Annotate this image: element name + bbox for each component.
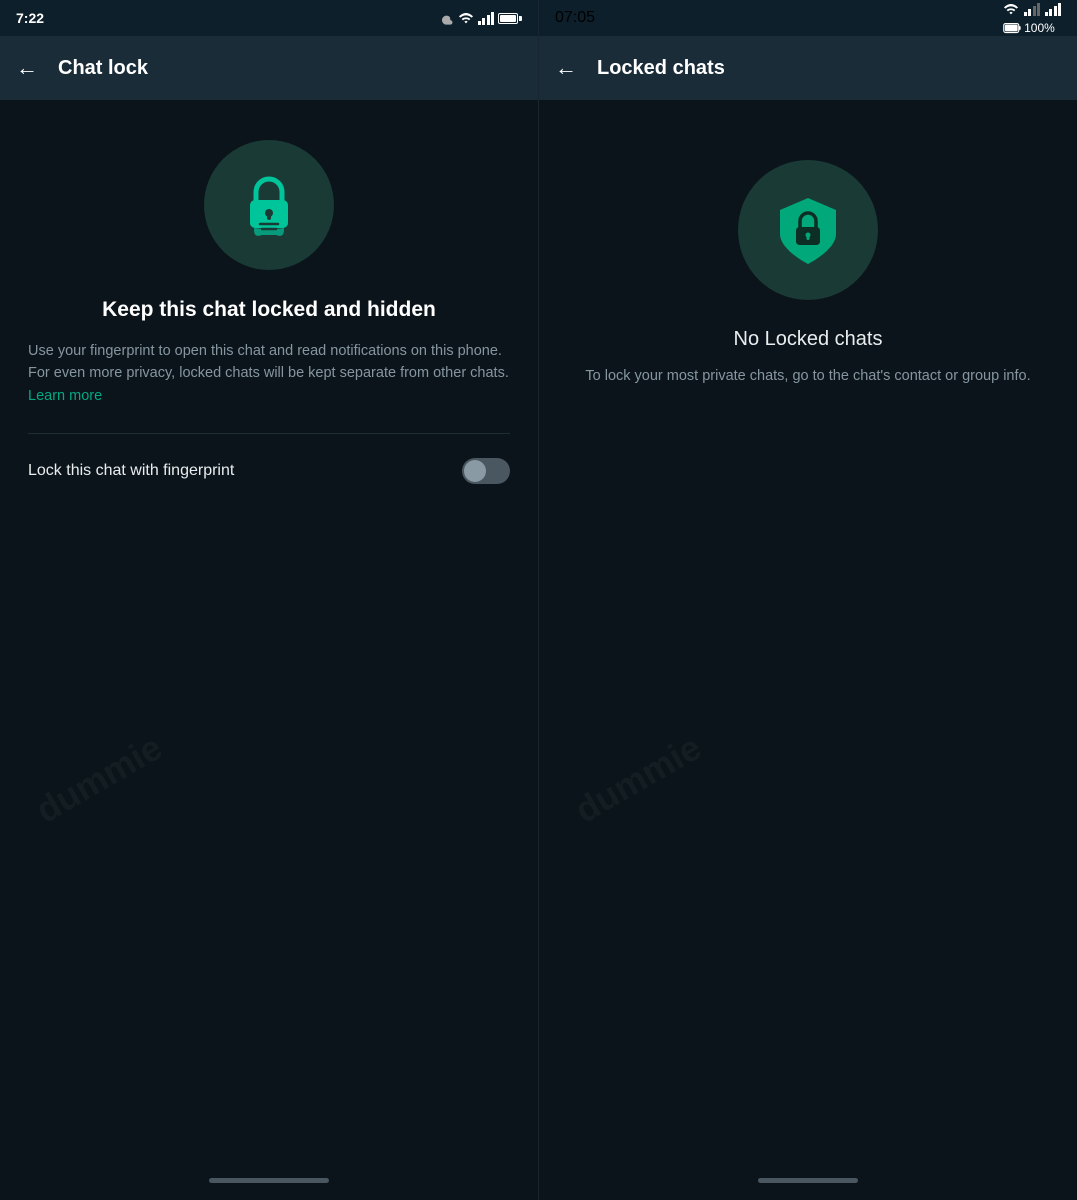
right-battery: 100% <box>1003 21 1061 35</box>
cloud-icon <box>436 11 454 25</box>
toggle-knob <box>464 460 486 482</box>
left-content-area: Keep this chat locked and hidden Use you… <box>0 100 538 1200</box>
main-title: Keep this chat locked and hidden <box>102 298 436 322</box>
toggle-row: Lock this chat with fingerprint <box>28 454 510 488</box>
right-content-area: No Locked chats To lock your most privat… <box>539 100 1077 1200</box>
right-signal-icon-1 <box>1024 2 1041 16</box>
right-bottom-bar <box>539 1160 1077 1200</box>
right-panel: 07:05 <box>538 0 1077 1200</box>
signal-icon <box>478 11 495 25</box>
left-app-header: ← Chat lock <box>0 36 538 100</box>
right-home-indicator <box>758 1178 858 1183</box>
locked-shield-svg-icon <box>768 190 848 270</box>
right-wifi-icon <box>1003 2 1019 16</box>
divider <box>28 433 510 434</box>
left-status-bar: 7:22 <box>0 0 538 36</box>
right-back-button[interactable]: ← <box>555 55 577 81</box>
right-time: 07:05 <box>555 9 595 27</box>
chat-lock-svg-icon <box>234 170 304 240</box>
right-signal-icon-2 <box>1045 2 1062 16</box>
locked-shield-icon-circle <box>738 160 878 300</box>
fingerprint-toggle[interactable] <box>462 458 510 484</box>
right-battery-icon <box>1003 22 1021 34</box>
left-back-button[interactable]: ← <box>16 55 38 81</box>
toggle-label: Lock this chat with fingerprint <box>28 462 234 480</box>
left-panel: 7:22 <box>0 0 538 1200</box>
right-battery-text: 100% <box>1024 21 1055 35</box>
chat-lock-icon-circle <box>204 140 334 270</box>
left-status-icons <box>436 11 523 25</box>
left-header-title: Chat lock <box>58 57 148 80</box>
battery-icon <box>498 13 522 24</box>
left-time: 7:22 <box>16 10 44 26</box>
wifi-icon <box>458 11 474 25</box>
left-bottom-bar <box>0 1160 538 1200</box>
left-home-indicator <box>209 1178 329 1183</box>
learn-more-link[interactable]: Learn more <box>28 388 102 404</box>
right-status-icons: 100% <box>1003 2 1061 35</box>
right-header-title: Locked chats <box>597 57 725 80</box>
no-locked-desc: To lock your most private chats, go to t… <box>585 365 1030 387</box>
right-app-header: ← Locked chats <box>539 36 1077 100</box>
description-text: Use your fingerprint to open this chat a… <box>28 340 510 407</box>
right-status-bar: 07:05 <box>539 0 1077 36</box>
no-locked-title: No Locked chats <box>734 328 883 351</box>
